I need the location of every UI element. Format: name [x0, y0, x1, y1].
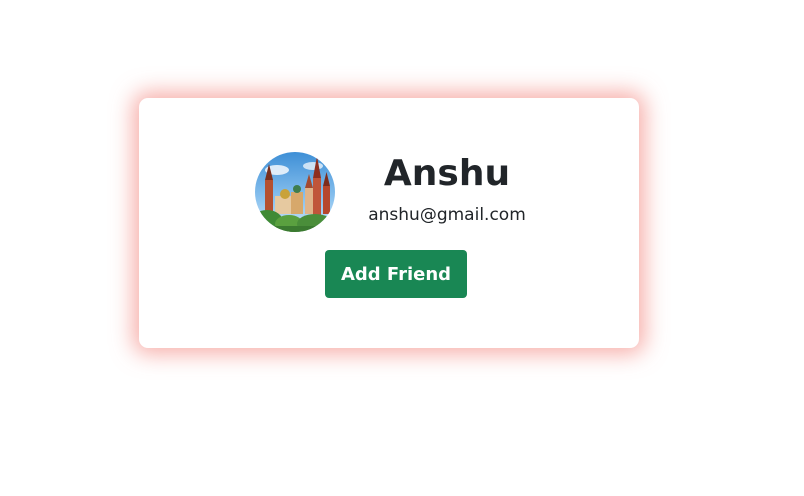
city-landmark-photo-icon: [255, 152, 335, 232]
profile-name: Anshu: [383, 153, 511, 194]
avatar: [255, 152, 335, 232]
profile-card: Anshu anshu@gmail.com Add Friend: [139, 98, 639, 348]
profile-email: anshu@gmail.com: [368, 205, 526, 225]
add-friend-button[interactable]: Add Friend: [325, 250, 467, 298]
